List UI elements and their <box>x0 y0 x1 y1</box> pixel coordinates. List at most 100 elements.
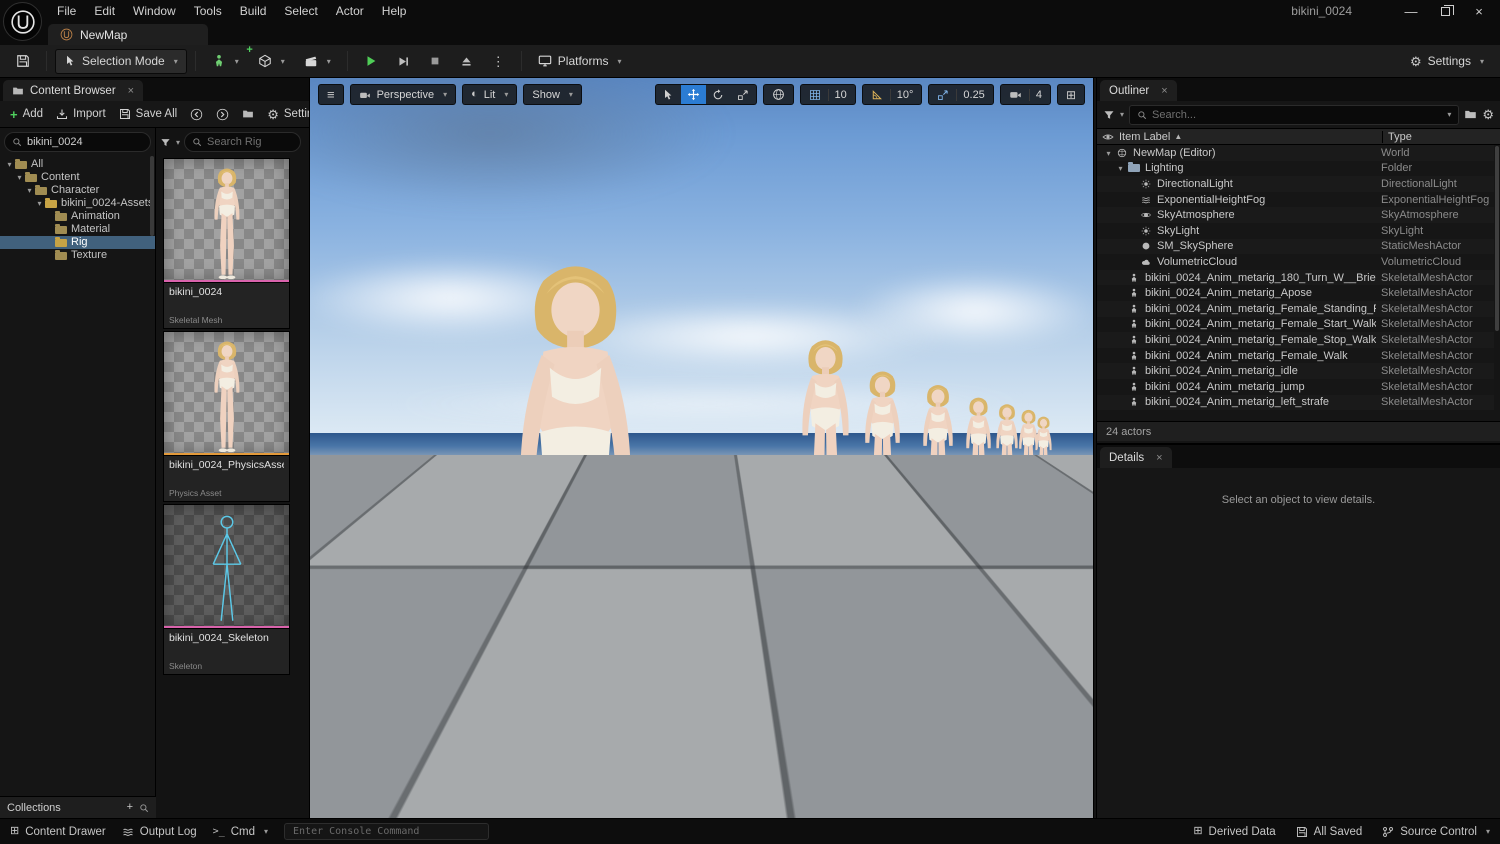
character-model[interactable] <box>1029 415 1058 491</box>
details-tab[interactable]: Details <box>1100 447 1172 468</box>
outliner-row-anim-walk[interactable]: bikini_0024_Anim_metarig_Female_Walk Skel… <box>1097 348 1494 364</box>
tree-item-all[interactable]: All <box>0 158 155 171</box>
chevron-down-icon[interactable] <box>24 184 35 197</box>
item-label-column-header[interactable]: Item Label ▲ <box>1119 131 1382 143</box>
output-log-button[interactable]: Output Log <box>122 826 197 838</box>
rotation-snap-control[interactable]: 10° <box>862 84 923 105</box>
add-collection-icon[interactable]: + <box>127 802 133 813</box>
viewport[interactable]: ≡ Perspective ◐ Lit Show 10 <box>310 78 1093 818</box>
add-actor-button[interactable]: + <box>204 49 247 74</box>
menu-tools[interactable]: Tools <box>185 0 231 22</box>
grid-snap-control[interactable]: 10 <box>800 84 856 105</box>
tree-item-assets[interactable]: bikini_0024-Assets <box>0 197 155 210</box>
outliner-row-anim-180turn[interactable]: bikini_0024_Anim_metarig_180_Turn_W__Bri… <box>1097 270 1494 286</box>
play-button[interactable] <box>356 49 386 74</box>
save-all-button[interactable]: Save All <box>114 103 183 125</box>
rotate-tool-button[interactable] <box>706 85 731 104</box>
content-browser-tab[interactable]: Content Browser <box>3 80 143 101</box>
tab-newmap[interactable]: NewMap <box>48 24 208 45</box>
outliner-row-skysphere[interactable]: SM_SkySphere StaticMeshActor <box>1097 239 1494 255</box>
type-column-header[interactable]: Type <box>1382 131 1500 143</box>
outliner-row-directionallight[interactable]: DirectionalLight DirectionalLight <box>1097 176 1494 192</box>
asset-search-input[interactable]: Search Rig <box>184 132 301 152</box>
view-mode-dropdown[interactable]: ◐ Lit <box>462 84 517 105</box>
source-control-button[interactable]: Source Control <box>1382 826 1490 838</box>
outliner-row-anim-idle[interactable]: bikini_0024_Anim_metarig_idle SkeletalMes… <box>1097 363 1494 379</box>
collections-bar[interactable]: Collections + <box>0 796 156 818</box>
forward-button[interactable] <box>211 103 234 125</box>
character-model[interactable] <box>852 368 913 530</box>
minimize-button[interactable]: — <box>1394 0 1428 22</box>
eject-button[interactable] <box>452 49 481 74</box>
menu-edit[interactable]: Edit <box>85 0 124 22</box>
new-folder-button[interactable] <box>1464 108 1477 121</box>
menu-build[interactable]: Build <box>231 0 276 22</box>
move-tool-button[interactable] <box>681 85 706 104</box>
viewport-options-button[interactable]: ≡ <box>318 84 344 105</box>
character-model[interactable] <box>479 255 672 770</box>
asset-tile-skeleton[interactable]: bikini_0024_Skeleton Skeleton <box>163 504 290 675</box>
outliner-row-anim-apose[interactable]: bikini_0024_Anim_metarig_Apose SkeletalMe… <box>1097 285 1494 301</box>
console-command-input[interactable]: Enter Console Command <box>284 823 489 840</box>
search-icon[interactable] <box>139 803 149 813</box>
menu-help[interactable]: Help <box>373 0 416 22</box>
save-button[interactable] <box>8 49 38 74</box>
back-button[interactable] <box>185 103 208 125</box>
outliner-row-anim-startwalking[interactable]: bikini_0024_Anim_metarig_Female_Start_Wa… <box>1097 317 1494 333</box>
tree-item-rig[interactable]: Rig <box>0 236 155 249</box>
content-drawer-button[interactable]: ⊞ Content Drawer <box>10 826 106 838</box>
asset-tile-physicsasset[interactable]: bikini_0024_PhysicsAsset Physics Asset <box>163 331 290 502</box>
menu-window[interactable]: Window <box>124 0 185 22</box>
outliner-row-anim-jump[interactable]: bikini_0024_Anim_metarig_jump SkeletalMes… <box>1097 379 1494 395</box>
menu-actor[interactable]: Actor <box>327 0 373 22</box>
cmd-dropdown[interactable]: >_ Cmd <box>213 826 268 838</box>
select-tool-button[interactable] <box>656 85 681 104</box>
outliner-row-lighting[interactable]: Lighting Folder <box>1097 161 1494 177</box>
menu-select[interactable]: Select <box>275 0 326 22</box>
all-saved-button[interactable]: All Saved <box>1296 826 1363 838</box>
maximize-viewport-button[interactable]: ⊞ <box>1057 84 1085 105</box>
filters-button[interactable] <box>160 137 180 148</box>
skip-frame-button[interactable] <box>389 49 418 74</box>
outliner-scrollbar[interactable] <box>1495 146 1499 331</box>
play-options-kebab[interactable]: ⋮ <box>484 49 513 74</box>
tree-item-material[interactable]: Material <box>0 223 155 236</box>
camera-speed-control[interactable]: 4 <box>1000 84 1051 105</box>
visibility-column-header[interactable] <box>1097 131 1119 143</box>
scale-tool-button[interactable] <box>731 85 756 104</box>
add-asset-button[interactable]: + Add <box>5 103 48 125</box>
tree-scrollbar[interactable] <box>150 156 154 236</box>
outliner-row-volumetriccloud[interactable]: VolumetricCloud VolumetricCloud <box>1097 254 1494 270</box>
tree-item-content[interactable]: Content <box>0 171 155 184</box>
show-dropdown[interactable]: Show <box>523 84 582 105</box>
chevron-down-icon[interactable] <box>1103 147 1114 159</box>
tree-item-texture[interactable]: Texture <box>0 249 155 262</box>
derived-data-button[interactable]: ⊞ Derived Data <box>1193 826 1275 838</box>
outliner-row-anim-stopwalking[interactable]: bikini_0024_Anim_metarig_Female_Stop_Wal… <box>1097 332 1494 348</box>
outliner-row-heightfog[interactable]: ExponentialHeightFog ExponentialHeightFog <box>1097 192 1494 208</box>
perspective-dropdown[interactable]: Perspective <box>350 84 457 105</box>
stop-button[interactable] <box>421 49 449 74</box>
outliner-row-anim-leftstrafe[interactable]: bikini_0024_Anim_metarig_left_strafe Skel… <box>1097 395 1494 411</box>
chevron-down-icon[interactable] <box>1115 162 1126 174</box>
outliner-column-header[interactable]: Item Label ▲ Type <box>1097 128 1500 145</box>
outliner-row-anim-standingpose[interactable]: bikini_0024_Anim_metarig_Female_Standing… <box>1097 301 1494 317</box>
outliner-row-newmap[interactable]: NewMap (Editor) World <box>1097 145 1494 161</box>
choose-path-button[interactable] <box>237 103 259 125</box>
import-button[interactable]: Import <box>51 103 111 125</box>
world-local-toggle[interactable] <box>763 84 794 105</box>
outliner-tab[interactable]: Outliner <box>1100 80 1177 101</box>
chevron-down-icon[interactable] <box>14 171 25 184</box>
scale-snap-control[interactable]: 0.25 <box>928 84 993 105</box>
blueprints-button[interactable] <box>250 49 293 74</box>
chevron-down-icon[interactable] <box>34 197 45 210</box>
outliner-settings-button[interactable]: ⚙ <box>1482 108 1494 121</box>
cinematics-button[interactable] <box>296 49 339 74</box>
settings-dropdown[interactable]: ⚙ Settings <box>1402 49 1492 74</box>
unreal-logo[interactable] <box>3 2 42 41</box>
outliner-row-skylight[interactable]: SkyLight SkyLight <box>1097 223 1494 239</box>
chevron-down-icon[interactable] <box>4 158 15 171</box>
path-search-input[interactable]: bikini_0024 <box>4 132 151 152</box>
asset-tile-skeletalmesh[interactable]: bikini_0024 Skeletal Mesh <box>163 158 290 329</box>
platforms-dropdown[interactable]: Platforms <box>530 49 630 74</box>
